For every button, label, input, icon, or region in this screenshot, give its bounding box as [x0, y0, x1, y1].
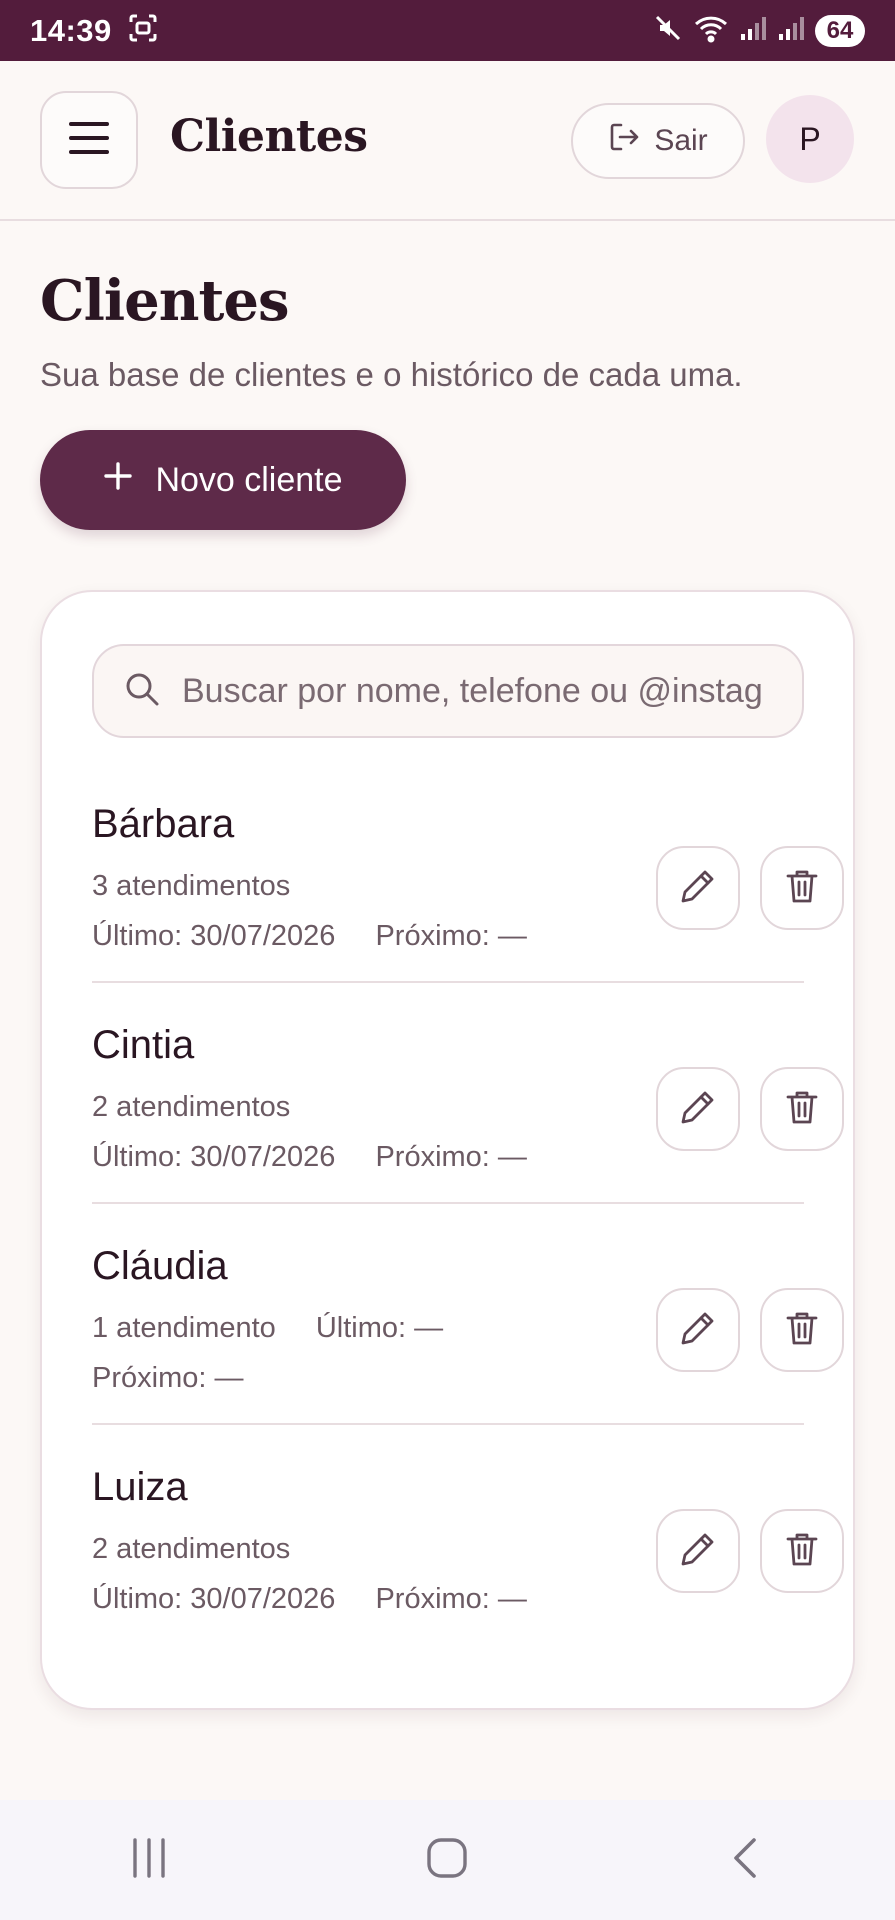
edit-client-button[interactable] [656, 1509, 740, 1593]
client-last-visit: Último: 30/07/2026 [92, 1583, 336, 1615]
status-bar: 14:39 64 [0, 0, 895, 61]
search-box[interactable] [92, 644, 804, 738]
wifi-icon [693, 13, 729, 48]
app-header: Clientes Sair P [0, 61, 895, 221]
client-list: Bárbara 3 atendimentos Último: 30/07/202… [92, 762, 844, 1646]
client-next-visit: Próximo: — [375, 1583, 527, 1615]
mute-icon [653, 13, 683, 48]
trash-icon [784, 1088, 820, 1131]
new-client-button[interactable]: Novo cliente [40, 430, 406, 530]
client-last-visit: Último: — [315, 1312, 444, 1344]
edit-client-button[interactable] [656, 846, 740, 930]
client-appointments: 2 atendimentos [92, 1091, 291, 1123]
logout-button[interactable]: Sair [571, 103, 745, 179]
delete-client-button[interactable] [760, 846, 844, 930]
edit-client-button[interactable] [656, 1067, 740, 1151]
logout-icon [608, 121, 640, 161]
menu-button[interactable] [40, 91, 138, 189]
client-appointments: 2 atendimentos [92, 1533, 291, 1565]
client-name: Luiza [92, 1465, 188, 1509]
battery-indicator: 64 [815, 14, 865, 47]
client-row[interactable]: Cláudia 1 atendimento Último: — Próximo: … [92, 1204, 844, 1425]
recent-apps-icon[interactable] [127, 1836, 171, 1885]
pencil-icon [679, 1309, 717, 1352]
system-nav-bar [0, 1800, 895, 1920]
trash-icon [784, 1530, 820, 1573]
client-next-visit: Próximo: — [92, 1362, 244, 1394]
search-input[interactable] [182, 671, 762, 711]
status-time: 14:39 [30, 12, 112, 48]
client-row[interactable]: Cintia 2 atendimentos Último: 30/07/2026… [92, 983, 844, 1204]
client-appointments: 1 atendimento [92, 1312, 276, 1344]
edit-client-button[interactable] [656, 1288, 740, 1372]
client-name: Cintia [92, 1023, 195, 1067]
client-row[interactable]: Luiza 2 atendimentos Último: 30/07/2026 P… [92, 1425, 844, 1646]
client-name: Bárbara [92, 802, 235, 846]
home-icon[interactable] [425, 1836, 469, 1885]
delete-client-button[interactable] [760, 1288, 844, 1372]
back-icon[interactable] [724, 1836, 768, 1885]
new-client-label: Novo cliente [155, 460, 343, 499]
client-next-visit: Próximo: — [375, 1141, 527, 1173]
client-row[interactable]: Bárbara 3 atendimentos Último: 30/07/202… [92, 762, 844, 983]
client-name: Cláudia [92, 1244, 228, 1288]
pencil-icon [679, 867, 717, 910]
signal-icon [739, 14, 767, 47]
client-last-visit: Último: 30/07/2026 [92, 1141, 336, 1173]
client-appointments: 3 atendimentos [92, 870, 291, 902]
trash-icon [784, 1309, 820, 1352]
delete-client-button[interactable] [760, 1509, 844, 1593]
app-title: Clientes [170, 111, 368, 162]
delete-client-button[interactable] [760, 1067, 844, 1151]
pencil-icon [679, 1088, 717, 1131]
clients-card: Bárbara 3 atendimentos Último: 30/07/202… [40, 590, 855, 1710]
avatar[interactable]: P [766, 95, 854, 183]
trash-icon [784, 867, 820, 910]
logout-label: Sair [654, 124, 708, 157]
pencil-icon [679, 1530, 717, 1573]
search-icon [124, 671, 160, 712]
hamburger-icon [69, 121, 109, 160]
screenshot-icon [128, 13, 158, 48]
plus-icon [103, 461, 133, 500]
page-title: Clientes [40, 268, 289, 334]
signal-icon [777, 14, 805, 47]
client-last-visit: Último: 30/07/2026 [92, 920, 336, 952]
client-next-visit: Próximo: — [375, 920, 527, 952]
page-subtitle: Sua base de clientes e o histórico de ca… [40, 356, 743, 393]
